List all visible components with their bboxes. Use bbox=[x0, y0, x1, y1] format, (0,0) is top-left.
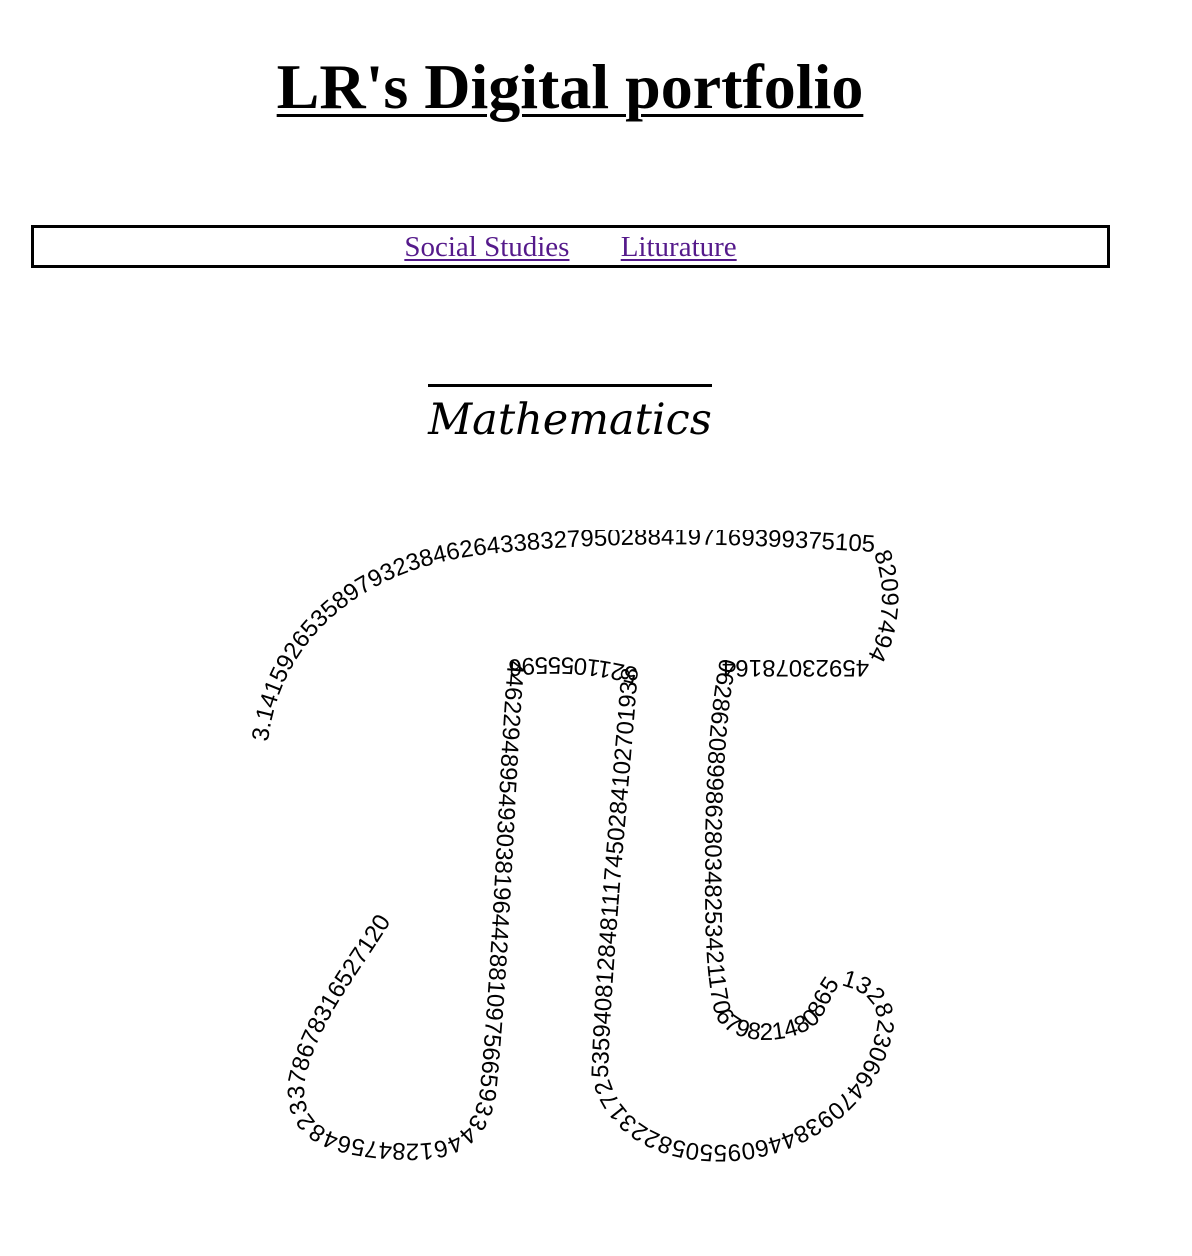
nav-link-social-studies[interactable]: Social Studies bbox=[404, 231, 569, 263]
section-heading: Mathematics bbox=[428, 384, 712, 447]
pi-digits-artwork: 3.14159265358979323846264338327950288419… bbox=[247, 530, 900, 1166]
page-title: LR's Digital portfolio bbox=[276, 51, 864, 122]
nav-bar: Social Studies Liturature bbox=[31, 225, 1110, 268]
pi-digits-path: 3.14159265358979323846264338327950288419… bbox=[247, 530, 900, 1166]
section-heading-wrapper: Mathematics bbox=[0, 384, 1140, 447]
pi-digits-text: 3.14159265358979323846264338327950288419… bbox=[247, 530, 900, 1166]
nav-link-liturature[interactable]: Liturature bbox=[621, 231, 737, 263]
